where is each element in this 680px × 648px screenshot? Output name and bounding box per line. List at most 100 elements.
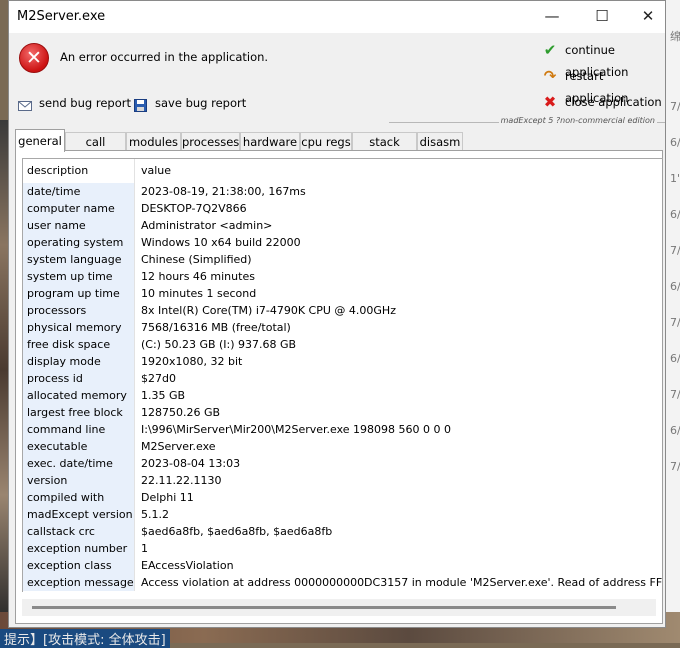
tab-general[interactable]: general: [15, 129, 65, 152]
table-row[interactable]: user name Administrator <admin>: [23, 217, 663, 234]
table-row[interactable]: command line I:\996\MirServer\Mir200\M2Se…: [23, 421, 663, 438]
save-bug-report-button[interactable]: save bug report: [131, 91, 246, 115]
tab-cpu-regs[interactable]: cpu regs: [300, 132, 352, 151]
table-row[interactable]: free disk space (C:) 50.23 GB (I:) 937.68…: [23, 336, 663, 353]
background-text-fragment: 6/: [670, 136, 680, 149]
header-description[interactable]: description: [23, 159, 135, 183]
row-description: program up time: [23, 285, 135, 302]
row-description: command line: [23, 421, 135, 438]
table-row[interactable]: largest free block 128750.26 GB: [23, 404, 663, 421]
title-bar[interactable]: M2Server.exe — ☐ ✕: [9, 1, 665, 33]
scrollbar-thumb[interactable]: [32, 606, 616, 609]
row-value: Windows 10 x64 build 22000: [141, 236, 301, 249]
checkmark-icon: ✔: [543, 41, 557, 59]
background-text-fragment: 7/: [670, 100, 680, 113]
background-text-fragment: 6/: [670, 280, 680, 293]
row-value: 1.35 GB: [141, 389, 186, 402]
table-row[interactable]: operating system Windows 10 x64 build 220…: [23, 234, 663, 251]
row-value: $aed6a8fb, $aed6a8fb, $aed6a8fb: [141, 525, 333, 538]
table-row[interactable]: program up time 10 minutes 1 second: [23, 285, 663, 302]
restart-application-button[interactable]: ↷ restart application: [537, 65, 663, 105]
table-row[interactable]: allocated memory 1.35 GB: [23, 387, 663, 404]
row-description: computer name: [23, 200, 135, 217]
row-description: version: [23, 472, 135, 489]
general-tab-panel: description value date/time 2023-08-19, 21:…: [15, 150, 663, 624]
table-row[interactable]: computer name DESKTOP-7Q2V866: [23, 200, 663, 217]
row-value: 5.1.2: [141, 508, 169, 521]
table-header: description value: [23, 159, 663, 183]
error-message: An error occurred in the application.: [60, 50, 269, 64]
background-text-fragment: 7/: [670, 244, 680, 257]
row-value: 10 minutes 1 second: [141, 287, 257, 300]
table-row[interactable]: executable M2Server.exe: [23, 438, 663, 455]
table-row[interactable]: exec. date/time 2023-08-04 13:03: [23, 455, 663, 472]
row-description: madExcept version: [23, 506, 135, 523]
floppy-disk-icon: [134, 96, 148, 112]
table-row[interactable]: physical memory 7568/16316 MB (free/total…: [23, 319, 663, 336]
close-window-button[interactable]: ✕: [625, 1, 671, 33]
tab-hardware[interactable]: hardware: [240, 132, 300, 151]
error-dialog: M2Server.exe — ☐ ✕ ✕ An error occurred i…: [8, 0, 666, 628]
table-row[interactable]: callstack crc $aed6a8fb, $aed6a8fb, $aed6…: [23, 523, 663, 540]
close-application-button[interactable]: ✖ close application: [537, 91, 663, 113]
table-row[interactable]: exception class EAccessViolation: [23, 557, 663, 574]
maximize-button[interactable]: ☐: [579, 1, 625, 33]
row-description: executable: [23, 438, 135, 455]
row-description: system up time: [23, 268, 135, 285]
row-value: 12 hours 46 minutes: [141, 270, 255, 283]
send-bug-report-button[interactable]: send bug report: [15, 91, 131, 115]
background-text-fragment: 7/: [670, 316, 680, 329]
table-row[interactable]: version 22.11.22.1130: [23, 472, 663, 489]
row-value: EAccessViolation: [141, 559, 234, 572]
table-row[interactable]: system up time 12 hours 46 minutes: [23, 268, 663, 285]
background-window-fragment: 绵 7/6/1' 6/7/6/7/6/7/6/7/: [664, 0, 680, 643]
row-description: free disk space: [23, 336, 135, 353]
row-value: 7568/16316 MB (free/total): [141, 321, 291, 334]
row-description: user name: [23, 217, 135, 234]
tab-disasm[interactable]: disasm: [417, 132, 463, 151]
table-row[interactable]: compiled with Delphi 11: [23, 489, 663, 506]
row-value: 8x Intel(R) Core(TM) i7-4790K CPU @ 4.00…: [141, 304, 396, 317]
row-value: M2Server.exe: [141, 440, 216, 453]
row-description: processors: [23, 302, 135, 319]
row-description: display mode: [23, 353, 135, 370]
background-text-fragment: 7/: [670, 460, 680, 473]
tab-modules[interactable]: modules: [126, 132, 181, 151]
background-game-text: 提示】[攻击模式: 全体攻击]: [0, 629, 170, 648]
row-description: allocated memory: [23, 387, 135, 404]
table-row[interactable]: process id $27d0: [23, 370, 663, 387]
details-table[interactable]: description value date/time 2023-08-19, 21:…: [22, 158, 663, 592]
tab-stack-dump[interactable]: stack dump: [352, 132, 417, 168]
tab-processes[interactable]: processes: [181, 132, 240, 151]
row-description: operating system: [23, 234, 135, 251]
row-value: 1: [141, 542, 148, 555]
background-text-fragment: 6/: [670, 352, 680, 365]
tab-call-stacks[interactable]: call stacks: [65, 132, 126, 168]
table-row[interactable]: exception message Access violation at add…: [23, 574, 663, 591]
edition-divider: madExcept 5 ?non-commercial edition: [389, 116, 665, 128]
background-text-fragment: 绵: [670, 30, 680, 43]
table-row[interactable]: madExcept version 5.1.2: [23, 506, 663, 523]
header-value[interactable]: value: [141, 159, 171, 183]
row-description: exception number: [23, 540, 135, 557]
table-row[interactable]: date/time 2023-08-19, 21:38:00, 167ms: [23, 183, 663, 200]
row-description: system language: [23, 251, 135, 268]
error-x-icon: ✕: [19, 43, 49, 73]
red-x-icon: ✖: [543, 93, 557, 111]
table-row[interactable]: system language Chinese (Simplified): [23, 251, 663, 268]
row-value: Delphi 11: [141, 491, 194, 504]
table-row[interactable]: exception number 1: [23, 540, 663, 557]
table-row[interactable]: display mode 1920x1080, 32 bit: [23, 353, 663, 370]
continue-application-button[interactable]: ✔ continue application: [537, 39, 663, 79]
minimize-button[interactable]: —: [529, 1, 575, 33]
row-value: (C:) 50.23 GB (I:) 937.68 GB: [141, 338, 297, 351]
close-application-label: close application: [565, 95, 662, 109]
table-row[interactable]: processors 8x Intel(R) Core(TM) i7-4790K …: [23, 302, 663, 319]
row-description: date/time: [23, 183, 135, 200]
row-description: process id: [23, 370, 135, 387]
row-value: 2023-08-04 13:03: [141, 457, 241, 470]
envelope-icon: [18, 96, 32, 111]
horizontal-scrollbar[interactable]: [22, 599, 656, 616]
row-description: exec. date/time: [23, 455, 135, 472]
row-value: DESKTOP-7Q2V866: [141, 202, 247, 215]
